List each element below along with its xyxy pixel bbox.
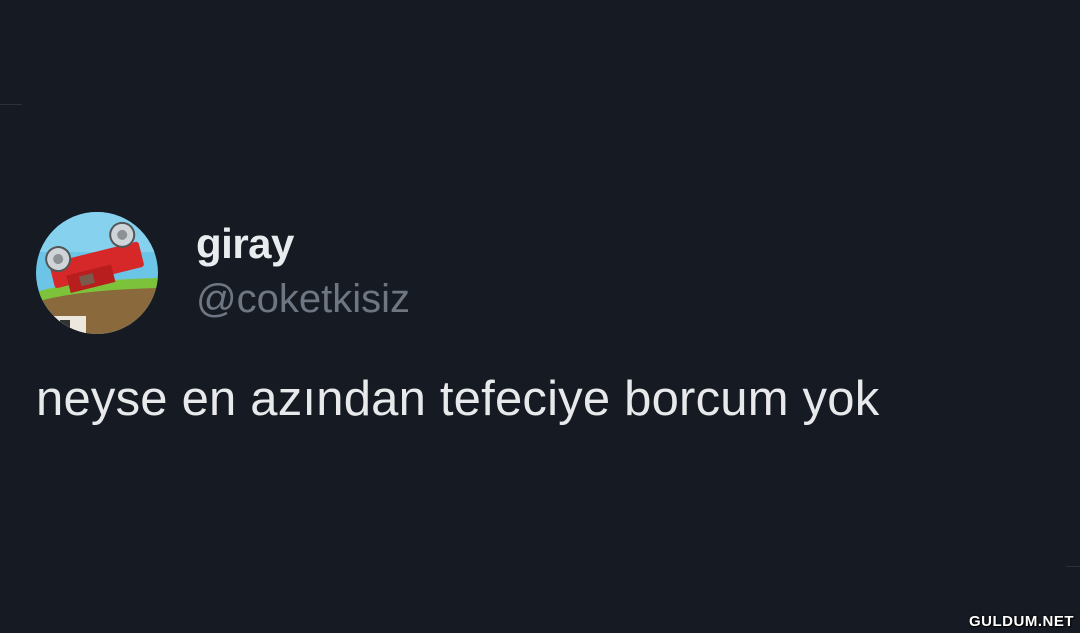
display-name[interactable]: giray: [196, 216, 294, 272]
divider-line: [1066, 566, 1080, 567]
user-handle[interactable]: @coketkisiz: [196, 274, 410, 324]
avatar[interactable]: [36, 212, 158, 334]
tweet-text: neyse en azından tefeciye borcum yok: [36, 372, 880, 426]
divider-line: [0, 104, 22, 105]
watermark: GULDUM.NET: [969, 613, 1074, 630]
car-avatar-icon: [36, 212, 158, 334]
